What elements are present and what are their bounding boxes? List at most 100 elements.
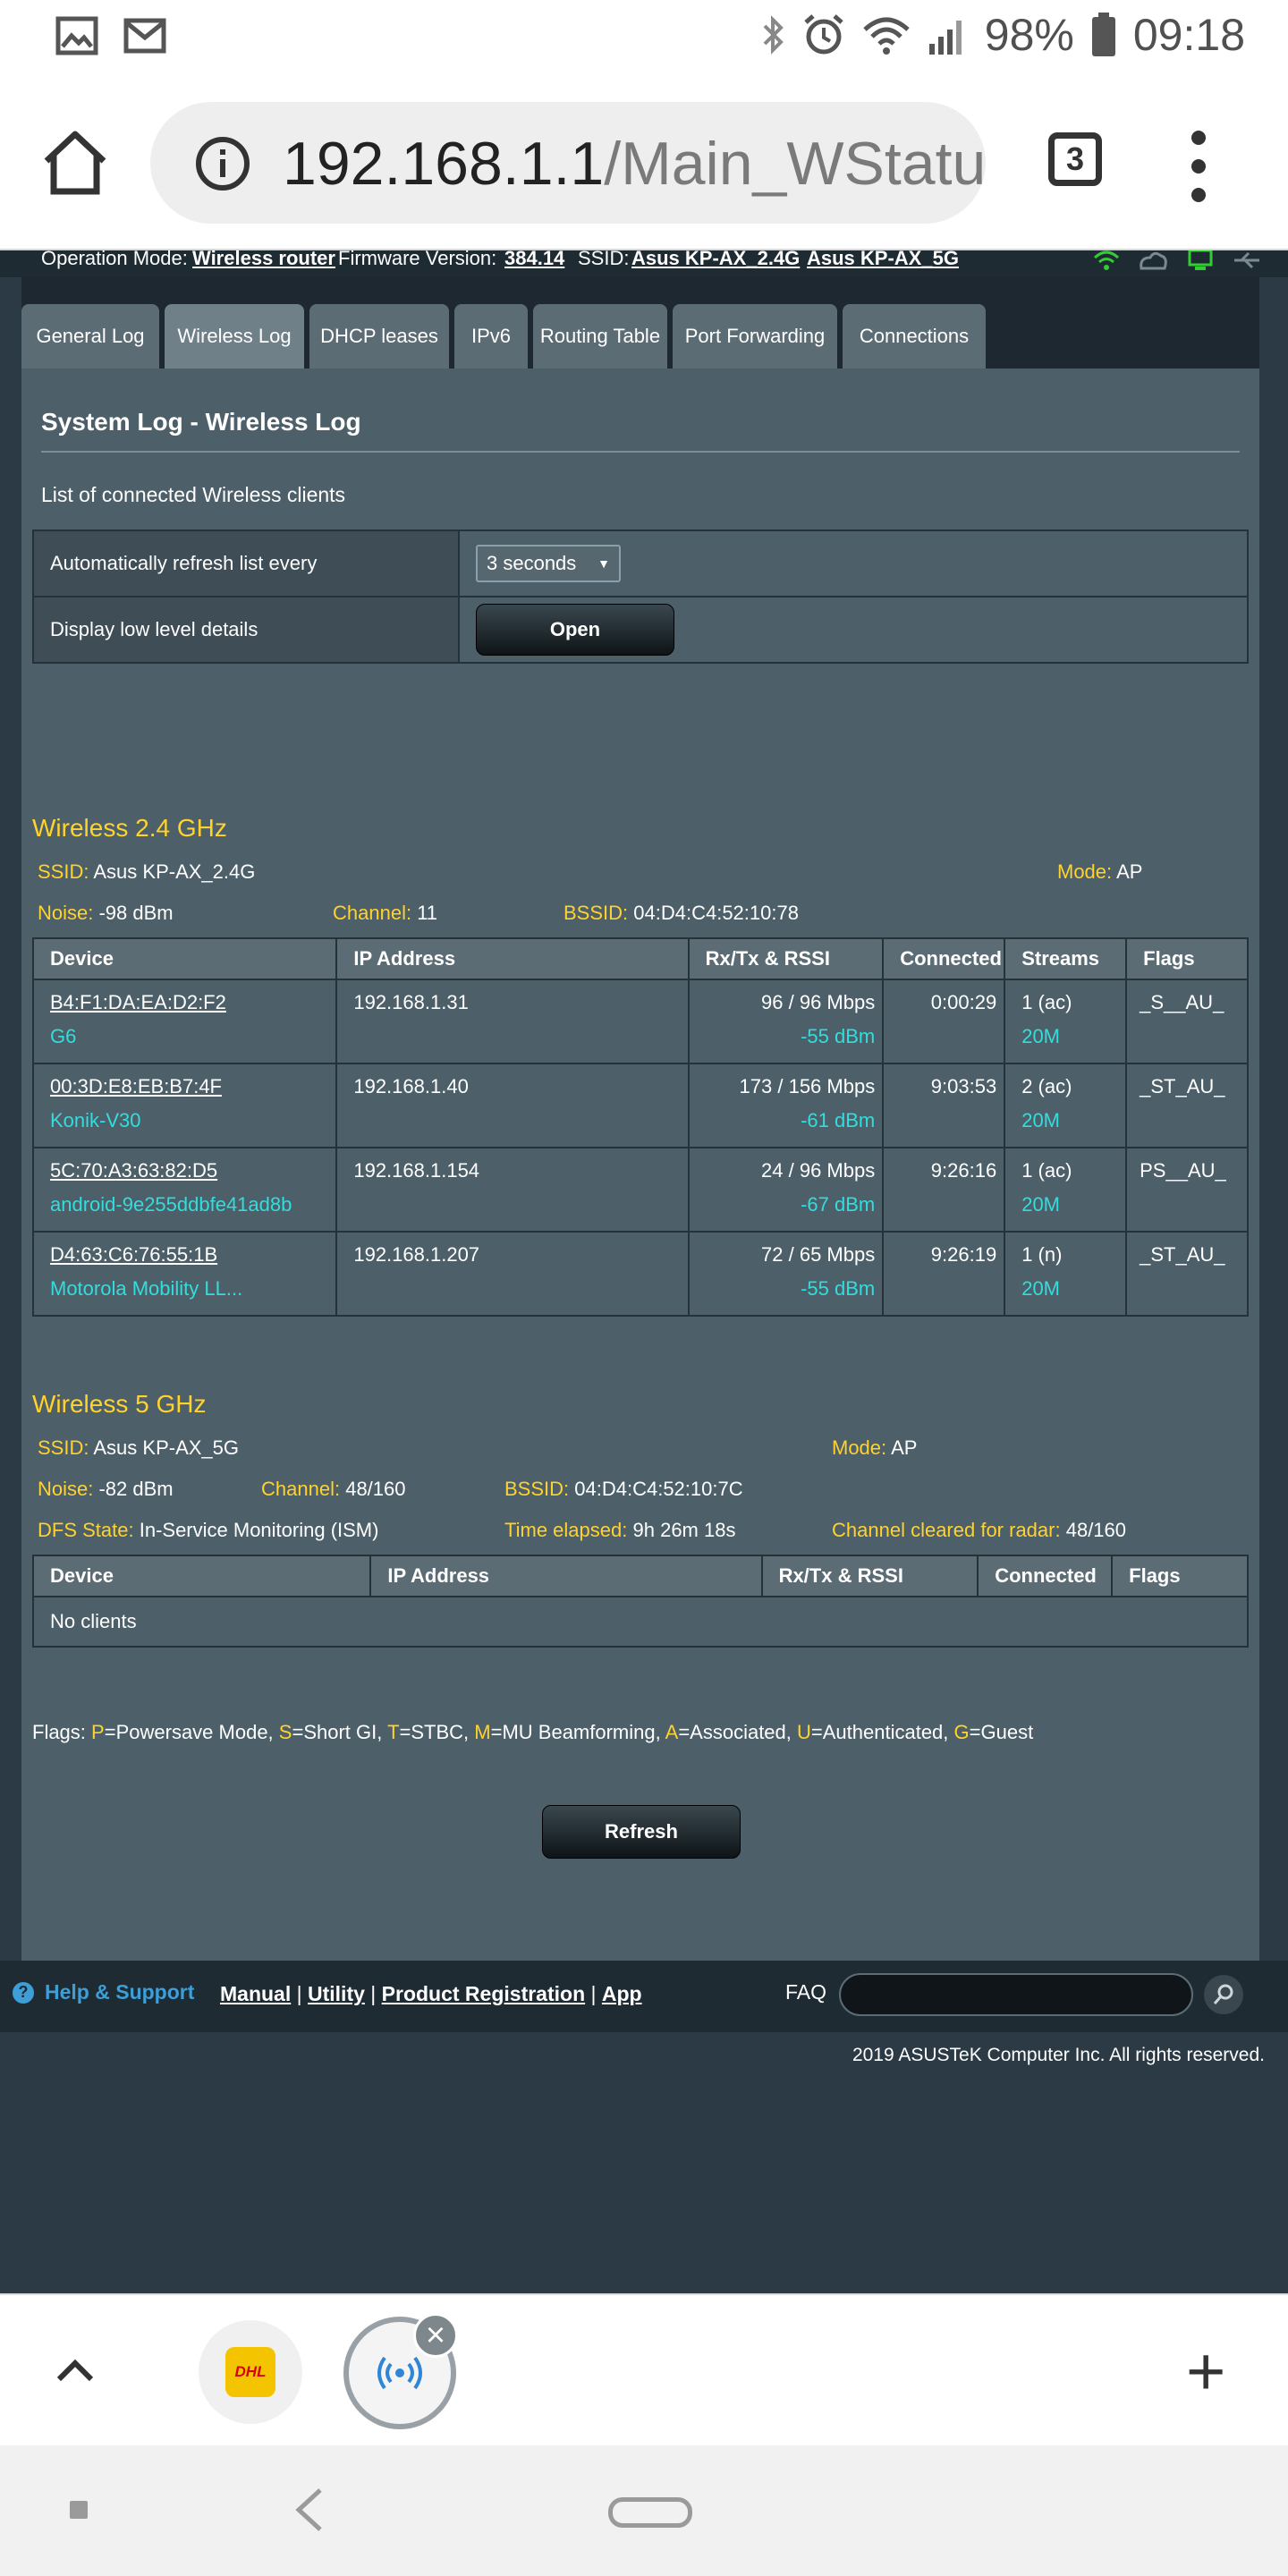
refresh-interval-select[interactable]: 3 seconds ▼: [476, 545, 621, 582]
client-name: G6: [50, 1025, 77, 1047]
col-ip: IP Address: [335, 937, 690, 980]
back-icon[interactable]: [292, 2485, 327, 2535]
fw-label: Firmware Version:: [338, 250, 497, 269]
band-5-ssid: SSID: Asus KP-AX_5G: [38, 1436, 240, 1459]
col-flags: Flags: [1125, 937, 1249, 980]
image-icon: [55, 16, 98, 55]
main-panel: General Log Wireless Log DHCP leases IPv…: [21, 277, 1259, 2032]
router-page: Operation Mode: Wireless router Firmware…: [0, 250, 1288, 2293]
alarm-icon: [804, 14, 843, 55]
tab-ipv6[interactable]: IPv6: [454, 304, 528, 369]
client-mac-link[interactable]: B4:F1:DA:EA:D2:F2: [50, 991, 226, 1014]
android-nav-bar: [0, 2445, 1288, 2576]
footer-links: Manual | Utility | Product Registration …: [220, 1982, 642, 2005]
refresh-button[interactable]: Refresh: [542, 1805, 741, 1859]
table-header-row: Device IP Address Rx/Tx & RSSI Connected…: [31, 937, 1249, 980]
client-flags: _ST_AU_: [1140, 1243, 1225, 1266]
client-mac-link[interactable]: 5C:70:A3:63:82:D5: [50, 1159, 217, 1182]
table-header-row: Device IP Address Rx/Tx & RSSI Connected…: [31, 1555, 1249, 1597]
table-row: No clients: [32, 1596, 1249, 1648]
home-pill-icon[interactable]: [608, 2497, 692, 2528]
bluetooth-icon: [763, 15, 784, 55]
client-rate: 24 / 96 Mbps: [761, 1159, 876, 1182]
band-24-title: Wireless 2.4 GHz: [32, 814, 227, 842]
clock: 09:18: [1132, 10, 1245, 60]
details-label: Display low level details: [32, 596, 460, 664]
dhl-bubble[interactable]: DHL: [199, 2320, 302, 2424]
client-flags: PS__AU_: [1140, 1159, 1226, 1182]
tab-dhcp-leases[interactable]: DHCP leases: [309, 304, 449, 369]
manual-link[interactable]: Manual: [220, 1982, 291, 2005]
internet-status-icon[interactable]: [1138, 250, 1168, 272]
chevron-up-icon[interactable]: [54, 2349, 97, 2392]
add-icon[interactable]: +: [1186, 2338, 1225, 2406]
dropdown-arrow-icon: ▼: [597, 556, 610, 571]
band-24-ssid: SSID: Asus KP-AX_2.4G: [38, 860, 256, 883]
op-mode-link[interactable]: Wireless router: [192, 250, 335, 270]
wifi-analyzer-icon: [377, 2356, 422, 2390]
tab-switcher-button[interactable]: 3: [1048, 132, 1102, 186]
signal-icon: [928, 21, 962, 55]
band-5-channel: Channel: 48/160: [261, 1478, 406, 1500]
search-icon[interactable]: [1204, 1975, 1243, 2014]
tab-connections[interactable]: Connections: [843, 304, 986, 369]
table-row: 5C:70:A3:63:82:D5 android-9e255ddbfe41ad8…: [31, 1147, 1249, 1233]
client-mac-link[interactable]: D4:63:C6:76:55:1B: [50, 1243, 217, 1267]
overflow-menu-icon[interactable]: [1190, 131, 1208, 202]
tab-wireless-log[interactable]: Wireless Log: [165, 304, 304, 369]
options-table: Automatically refresh list every 3 secon…: [32, 530, 1249, 664]
client-streams: 1 (n): [1021, 1243, 1063, 1266]
url-text[interactable]: 192.168.1.1/Main_WStatus_: [283, 129, 986, 199]
registration-link[interactable]: Product Registration: [382, 1982, 585, 2005]
client-ip: 192.168.1.40: [353, 1075, 469, 1097]
open-details-button[interactable]: Open: [476, 604, 674, 656]
client-name: android-9e255ddbfe41ad8b: [50, 1193, 292, 1216]
faq-search-input[interactable]: [839, 1973, 1193, 2016]
col-rate: Rx/Tx & RSSI: [760, 1555, 979, 1597]
client-ip: 192.168.1.207: [353, 1243, 480, 1266]
clients-5-table: Device IP Address Rx/Tx & RSSI Connected…: [31, 1555, 1249, 1648]
help-support-link[interactable]: ? Help & Support: [13, 1980, 194, 2004]
client-connected: 0:00:29: [930, 991, 997, 1013]
recents-icon[interactable]: [70, 2501, 88, 2519]
clients-24-table: Device IP Address Rx/Tx & RSSI Connected…: [31, 937, 1249, 1317]
gmail-icon: [123, 18, 166, 54]
client-status-icon[interactable]: [1186, 250, 1215, 272]
client-rssi: -55 dBm: [801, 1277, 876, 1300]
no-clients-message: No clients: [32, 1596, 1249, 1648]
table-row: B4:F1:DA:EA:D2:F2 G6 192.168.1.31 96 / 96…: [31, 979, 1249, 1064]
browser-toolbar: 192.168.1.1/Main_WStatus_ 3: [0, 75, 1288, 250]
client-bandwidth: 20M: [1021, 1277, 1060, 1300]
col-connected: Connected: [882, 937, 1006, 980]
battery-percent: 98%: [984, 10, 1074, 60]
close-bubble-icon[interactable]: ×: [413, 2313, 458, 2358]
ssid-5-link[interactable]: Asus KP-AX_5G: [807, 250, 959, 270]
client-rate: 72 / 65 Mbps: [761, 1243, 876, 1266]
log-tabs: General Log Wireless Log DHCP leases IPv…: [21, 304, 1259, 369]
table-row: D4:63:C6:76:55:1B Motorola Mobility LL...…: [31, 1231, 1249, 1317]
tab-port-forwarding[interactable]: Port Forwarding: [673, 304, 837, 369]
url-host: 192.168.1.1: [283, 130, 605, 198]
client-name: Motorola Mobility LL...: [50, 1277, 243, 1300]
ssid-24-link[interactable]: Asus KP-AX_2.4G: [631, 250, 800, 270]
client-ip: 192.168.1.31: [353, 991, 469, 1013]
col-device: Device: [31, 1555, 372, 1597]
client-connected: 9:26:19: [930, 1243, 997, 1266]
url-path: /Main_WStatus_: [604, 130, 986, 198]
info-icon[interactable]: [195, 136, 250, 191]
utility-link[interactable]: Utility: [308, 1982, 365, 2005]
client-rssi: -55 dBm: [801, 1025, 876, 1047]
wifi-status-icon[interactable]: [1093, 250, 1120, 272]
usb-status-icon[interactable]: [1233, 250, 1261, 272]
app-link[interactable]: App: [602, 1982, 642, 2005]
fw-link[interactable]: 384.14: [504, 250, 564, 270]
tab-routing-table[interactable]: Routing Table: [533, 304, 667, 369]
client-rssi: -61 dBm: [801, 1109, 876, 1131]
client-rate: 173 / 156 Mbps: [739, 1075, 876, 1097]
tab-general-log[interactable]: General Log: [21, 304, 159, 369]
home-icon[interactable]: [41, 129, 109, 197]
dhl-logo-icon: DHL: [225, 2347, 275, 2397]
client-mac-link[interactable]: 00:3D:E8:EB:B7:4F: [50, 1075, 222, 1098]
url-bar[interactable]: 192.168.1.1/Main_WStatus_: [150, 102, 986, 224]
band-24-channel: Channel: 11: [333, 902, 438, 924]
